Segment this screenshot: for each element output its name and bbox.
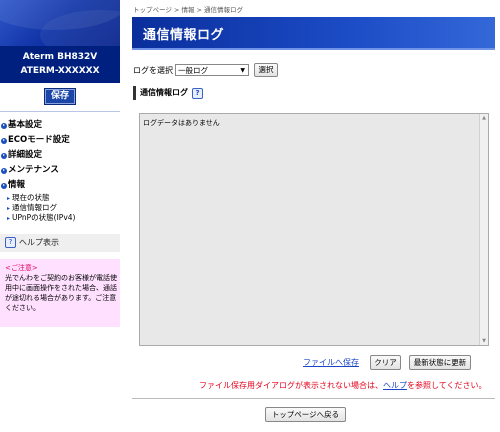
- sidebar-item-eco-mode[interactable]: ECOモード設定: [0, 133, 120, 148]
- sidebar-item-label: 情報: [8, 180, 26, 190]
- sidebar-item-basic-settings[interactable]: 基本設定: [0, 118, 120, 133]
- page-title: 通信情報ログ: [143, 28, 225, 43]
- log-select-row: ログを選択 一般ログ ▼ 選択: [133, 63, 278, 77]
- arrow-bullet-icon: [1, 122, 7, 129]
- warning-text-before: ファイル保存用ダイアログが表示されない場合は、: [199, 381, 383, 390]
- sidebar-subitem-current-status[interactable]: ▸ 現在の状態: [0, 193, 120, 203]
- log-text: ログデータはありません: [143, 119, 220, 127]
- sidebar-item-label: 詳細設定: [8, 150, 43, 160]
- notice-body: 光でんわをご契約のお客様が電話使用中に画面操作をされた場合、通話が途切れる場合が…: [5, 274, 117, 312]
- help-label: ヘルプ表示: [19, 238, 59, 247]
- log-type-value: 一般ログ: [178, 66, 208, 75]
- sidebar-item-advanced-settings[interactable]: 詳細設定: [0, 148, 120, 163]
- arrow-bullet-icon: [1, 152, 7, 159]
- sidebar-item-maintenance[interactable]: メンテナンス: [0, 163, 120, 178]
- breadcrumb: トップページ > 情報 > 通信情報ログ: [133, 6, 244, 14]
- log-textarea[interactable]: ログデータはありません ▲ ▼: [139, 113, 489, 346]
- arrow-bullet-icon: [1, 167, 7, 174]
- help-toggle[interactable]: ? ヘルプ表示: [0, 234, 120, 252]
- vertical-scrollbar[interactable]: ▲ ▼: [479, 114, 488, 345]
- triangle-bullet-icon: ▸: [7, 215, 11, 222]
- notice-title: <ご注意>: [5, 264, 38, 272]
- sidebar-item-label: ECOモード設定: [8, 135, 70, 145]
- chevron-down-icon: ▼: [240, 67, 245, 74]
- page-title-banner: 通信情報ログ: [132, 17, 495, 50]
- log-type-select[interactable]: 一般ログ ▼: [175, 64, 249, 76]
- clear-button[interactable]: クリア: [370, 355, 401, 370]
- triangle-bullet-icon: ▸: [7, 195, 11, 202]
- arrow-bullet-icon: [1, 137, 7, 144]
- arrow-bullet-icon: [1, 182, 7, 189]
- device-name: ATERM-XXXXXX: [20, 66, 100, 76]
- sidebar-header-graphic: [0, 0, 120, 46]
- file-dialog-warning: ファイル保存用ダイアログが表示されない場合は、ヘルプを参照してください。: [199, 380, 487, 391]
- help-icon[interactable]: ?: [192, 87, 203, 99]
- scroll-down-icon[interactable]: ▼: [480, 337, 488, 345]
- section-title-text: 通信情報ログ: [140, 88, 188, 97]
- log-select-label: ログを選択: [133, 65, 173, 75]
- sidebar-subitem-comm-log[interactable]: ▸ 通信情報ログ: [0, 203, 120, 213]
- save-area: 保存: [0, 83, 120, 112]
- model-name-box: Aterm BH832V ATERM-XXXXXX: [0, 46, 120, 83]
- section-title: 通信情報ログ ?: [133, 86, 206, 100]
- save-button[interactable]: 保存: [44, 88, 76, 105]
- notice-box: <ご注意> 光でんわをご契約のお客様が電話使用中に画面操作をされた場合、通話が途…: [0, 259, 120, 327]
- select-button[interactable]: 選択: [254, 63, 278, 77]
- model-name: Aterm BH832V: [22, 52, 98, 62]
- save-to-file-link[interactable]: ファイルへ保存: [303, 357, 359, 368]
- refresh-button[interactable]: 最新状態に更新: [409, 355, 471, 370]
- sidebar-item-label: 基本設定: [8, 120, 43, 130]
- sidebar: Aterm BH832V ATERM-XXXXXX 保存 基本設定 ECOモード…: [0, 0, 120, 432]
- sidebar-nav: 基本設定 ECOモード設定 詳細設定 メンテナンス 情報 ▸ 現在の状態 ▸ 通信情…: [0, 118, 120, 223]
- help-link[interactable]: ヘルプ: [383, 381, 407, 390]
- sidebar-item-info[interactable]: 情報: [0, 178, 120, 193]
- triangle-bullet-icon: ▸: [7, 205, 11, 212]
- sidebar-subitem-label: 通信情報ログ: [12, 203, 58, 212]
- divider: [132, 398, 495, 399]
- sidebar-item-label: メンテナンス: [8, 165, 59, 175]
- main-content: トップページ > 情報 > 通信情報ログ 通信情報ログ ログを選択 一般ログ ▼…: [127, 0, 500, 432]
- warning-text-after: を参照してください。: [407, 381, 487, 390]
- help-icon: ?: [5, 237, 16, 248]
- sidebar-subitem-label: 現在の状態: [12, 193, 50, 202]
- sidebar-subitem-upnp-status[interactable]: ▸ UPnPの状態(IPv4): [0, 213, 120, 223]
- back-to-top-button[interactable]: トップページへ戻る: [265, 407, 346, 422]
- sidebar-subitem-label: UPnPの状態(IPv4): [12, 213, 76, 222]
- scroll-up-icon[interactable]: ▲: [480, 114, 488, 122]
